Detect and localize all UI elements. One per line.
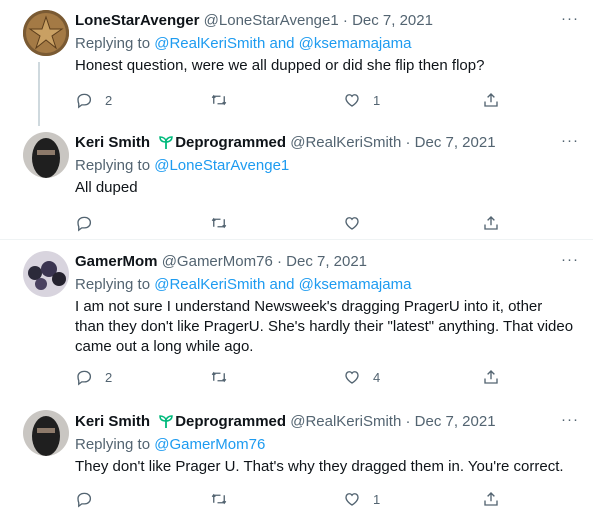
share-icon <box>484 492 498 506</box>
mention-link[interactable]: @RealKeriSmith and @ksemamajama <box>154 276 411 293</box>
more-options-icon[interactable]: ··· <box>561 252 579 268</box>
tweet-header: Keri Smith Deprogrammed @RealKeriSmith ·… <box>75 133 579 153</box>
tweet[interactable]: LoneStarAvenger @LoneStarAvenge1 · Dec 7… <box>0 0 593 126</box>
avatar[interactable] <box>23 410 69 456</box>
replying-to: Replying to @LoneStarAvenge1 <box>75 155 579 177</box>
more-options-icon[interactable]: ··· <box>561 133 579 149</box>
tweet-actions: 1 <box>75 490 505 510</box>
heart-icon <box>345 94 359 107</box>
display-name-suffix[interactable]: Deprogrammed <box>175 134 286 151</box>
retweet-icon <box>211 94 227 106</box>
heart-icon <box>345 493 359 506</box>
tweet-text: Honest question, were we all dupped or d… <box>75 57 485 74</box>
mention-link[interactable]: @GamerMom76 <box>154 436 265 453</box>
like-button[interactable]: 1 <box>343 490 380 508</box>
share-icon <box>484 93 498 107</box>
replying-to-label: Replying to <box>75 35 151 52</box>
heart-icon <box>345 217 359 230</box>
tweet-actions: 2 1 <box>75 91 505 111</box>
reply-icon <box>77 216 92 232</box>
separator: · <box>342 12 348 29</box>
reply-button[interactable]: 2 <box>75 91 112 109</box>
share-button[interactable] <box>482 368 500 386</box>
tweet-date[interactable]: Dec 7, 2021 <box>415 413 496 430</box>
avatar[interactable] <box>23 132 69 178</box>
tweet-header: GamerMom @GamerMom76 · Dec 7, 2021 <box>75 252 579 272</box>
separator: · <box>276 253 282 270</box>
user-handle[interactable]: @GamerMom76 <box>162 253 273 270</box>
reply-icon <box>77 370 92 386</box>
person-avatar-icon <box>23 132 69 178</box>
share-button[interactable] <box>482 214 500 232</box>
retweet-icon <box>211 493 227 505</box>
user-handle[interactable]: @LoneStarAvenge1 <box>204 12 339 29</box>
share-button[interactable] <box>482 490 500 508</box>
display-name[interactable]: Keri Smith <box>75 134 150 151</box>
tweet[interactable]: Keri Smith Deprogrammed @RealKeriSmith ·… <box>0 126 593 238</box>
reply-icon <box>77 93 92 109</box>
tweet-text: All duped <box>75 179 138 196</box>
mention-link[interactable]: @RealKeriSmith and @ksemamajama <box>154 35 411 52</box>
tweet-header: LoneStarAvenger @LoneStarAvenge1 · Dec 7… <box>75 11 579 31</box>
tweet-actions: 2 4 <box>75 368 505 388</box>
avatar[interactable] <box>23 10 69 56</box>
like-count: 1 <box>373 491 381 507</box>
avatar[interactable] <box>23 251 69 297</box>
like-button[interactable] <box>343 214 373 232</box>
retweet-button[interactable] <box>210 368 240 386</box>
more-options-icon[interactable]: ··· <box>561 412 579 428</box>
like-count: 1 <box>373 92 381 108</box>
share-icon <box>484 216 498 230</box>
retweet-icon <box>211 371 227 383</box>
tweet[interactable]: GamerMom @GamerMom76 · Dec 7, 2021 ··· R… <box>0 240 593 402</box>
replying-to: Replying to @RealKeriSmith and @ksemamaj… <box>75 274 579 296</box>
tweet-header: Keri Smith Deprogrammed @RealKeriSmith ·… <box>75 412 579 432</box>
separator: · <box>405 413 411 430</box>
like-count: 4 <box>373 369 381 385</box>
share-button[interactable] <box>482 91 500 109</box>
reply-button[interactable] <box>75 214 105 232</box>
tweet-text: I am not sure I understand Newsweek's dr… <box>75 298 574 355</box>
gamer-avatar-icon <box>23 251 69 297</box>
separator: · <box>405 134 411 151</box>
heart-icon <box>345 371 359 384</box>
reply-icon <box>77 492 92 508</box>
tweet-date[interactable]: Dec 7, 2021 <box>352 12 433 29</box>
replying-to-label: Replying to <box>75 157 151 174</box>
person-avatar-icon <box>23 410 69 456</box>
tweet-date[interactable]: Dec 7, 2021 <box>415 134 496 151</box>
tweet-actions <box>75 214 505 234</box>
tweet-text: They don't like Prager U. That's why the… <box>75 458 564 475</box>
reply-button[interactable] <box>75 490 105 508</box>
replying-to: Replying to @RealKeriSmith and @ksemamaj… <box>75 33 579 55</box>
star-avatar-icon <box>23 10 69 56</box>
reply-count: 2 <box>105 369 113 385</box>
display-name[interactable]: Keri Smith <box>75 413 150 430</box>
user-handle[interactable]: @RealKeriSmith <box>290 413 401 430</box>
retweet-button[interactable] <box>210 91 240 109</box>
tweet[interactable]: Keri Smith Deprogrammed @RealKeriSmith ·… <box>0 402 593 514</box>
mention-link[interactable]: @LoneStarAvenge1 <box>154 157 289 174</box>
retweet-icon <box>211 217 227 229</box>
display-name-suffix[interactable]: Deprogrammed <box>175 413 286 430</box>
more-options-icon[interactable]: ··· <box>561 11 579 27</box>
user-handle[interactable]: @RealKeriSmith <box>290 134 401 151</box>
tweet-date[interactable]: Dec 7, 2021 <box>286 253 367 270</box>
replying-to-label: Replying to <box>75 436 151 453</box>
reply-button[interactable]: 2 <box>75 368 112 386</box>
like-button[interactable]: 1 <box>343 91 380 109</box>
replying-to-label: Replying to <box>75 276 151 293</box>
reply-count: 2 <box>105 92 113 108</box>
replying-to: Replying to @GamerMom76 <box>75 434 579 456</box>
retweet-button[interactable] <box>210 214 240 232</box>
retweet-button[interactable] <box>210 490 240 508</box>
sprout-icon <box>159 136 173 149</box>
like-button[interactable]: 4 <box>343 368 380 386</box>
display-name[interactable]: GamerMom <box>75 253 158 270</box>
share-icon <box>484 370 498 384</box>
sprout-icon <box>159 415 173 428</box>
display-name[interactable]: LoneStarAvenger <box>75 12 199 29</box>
